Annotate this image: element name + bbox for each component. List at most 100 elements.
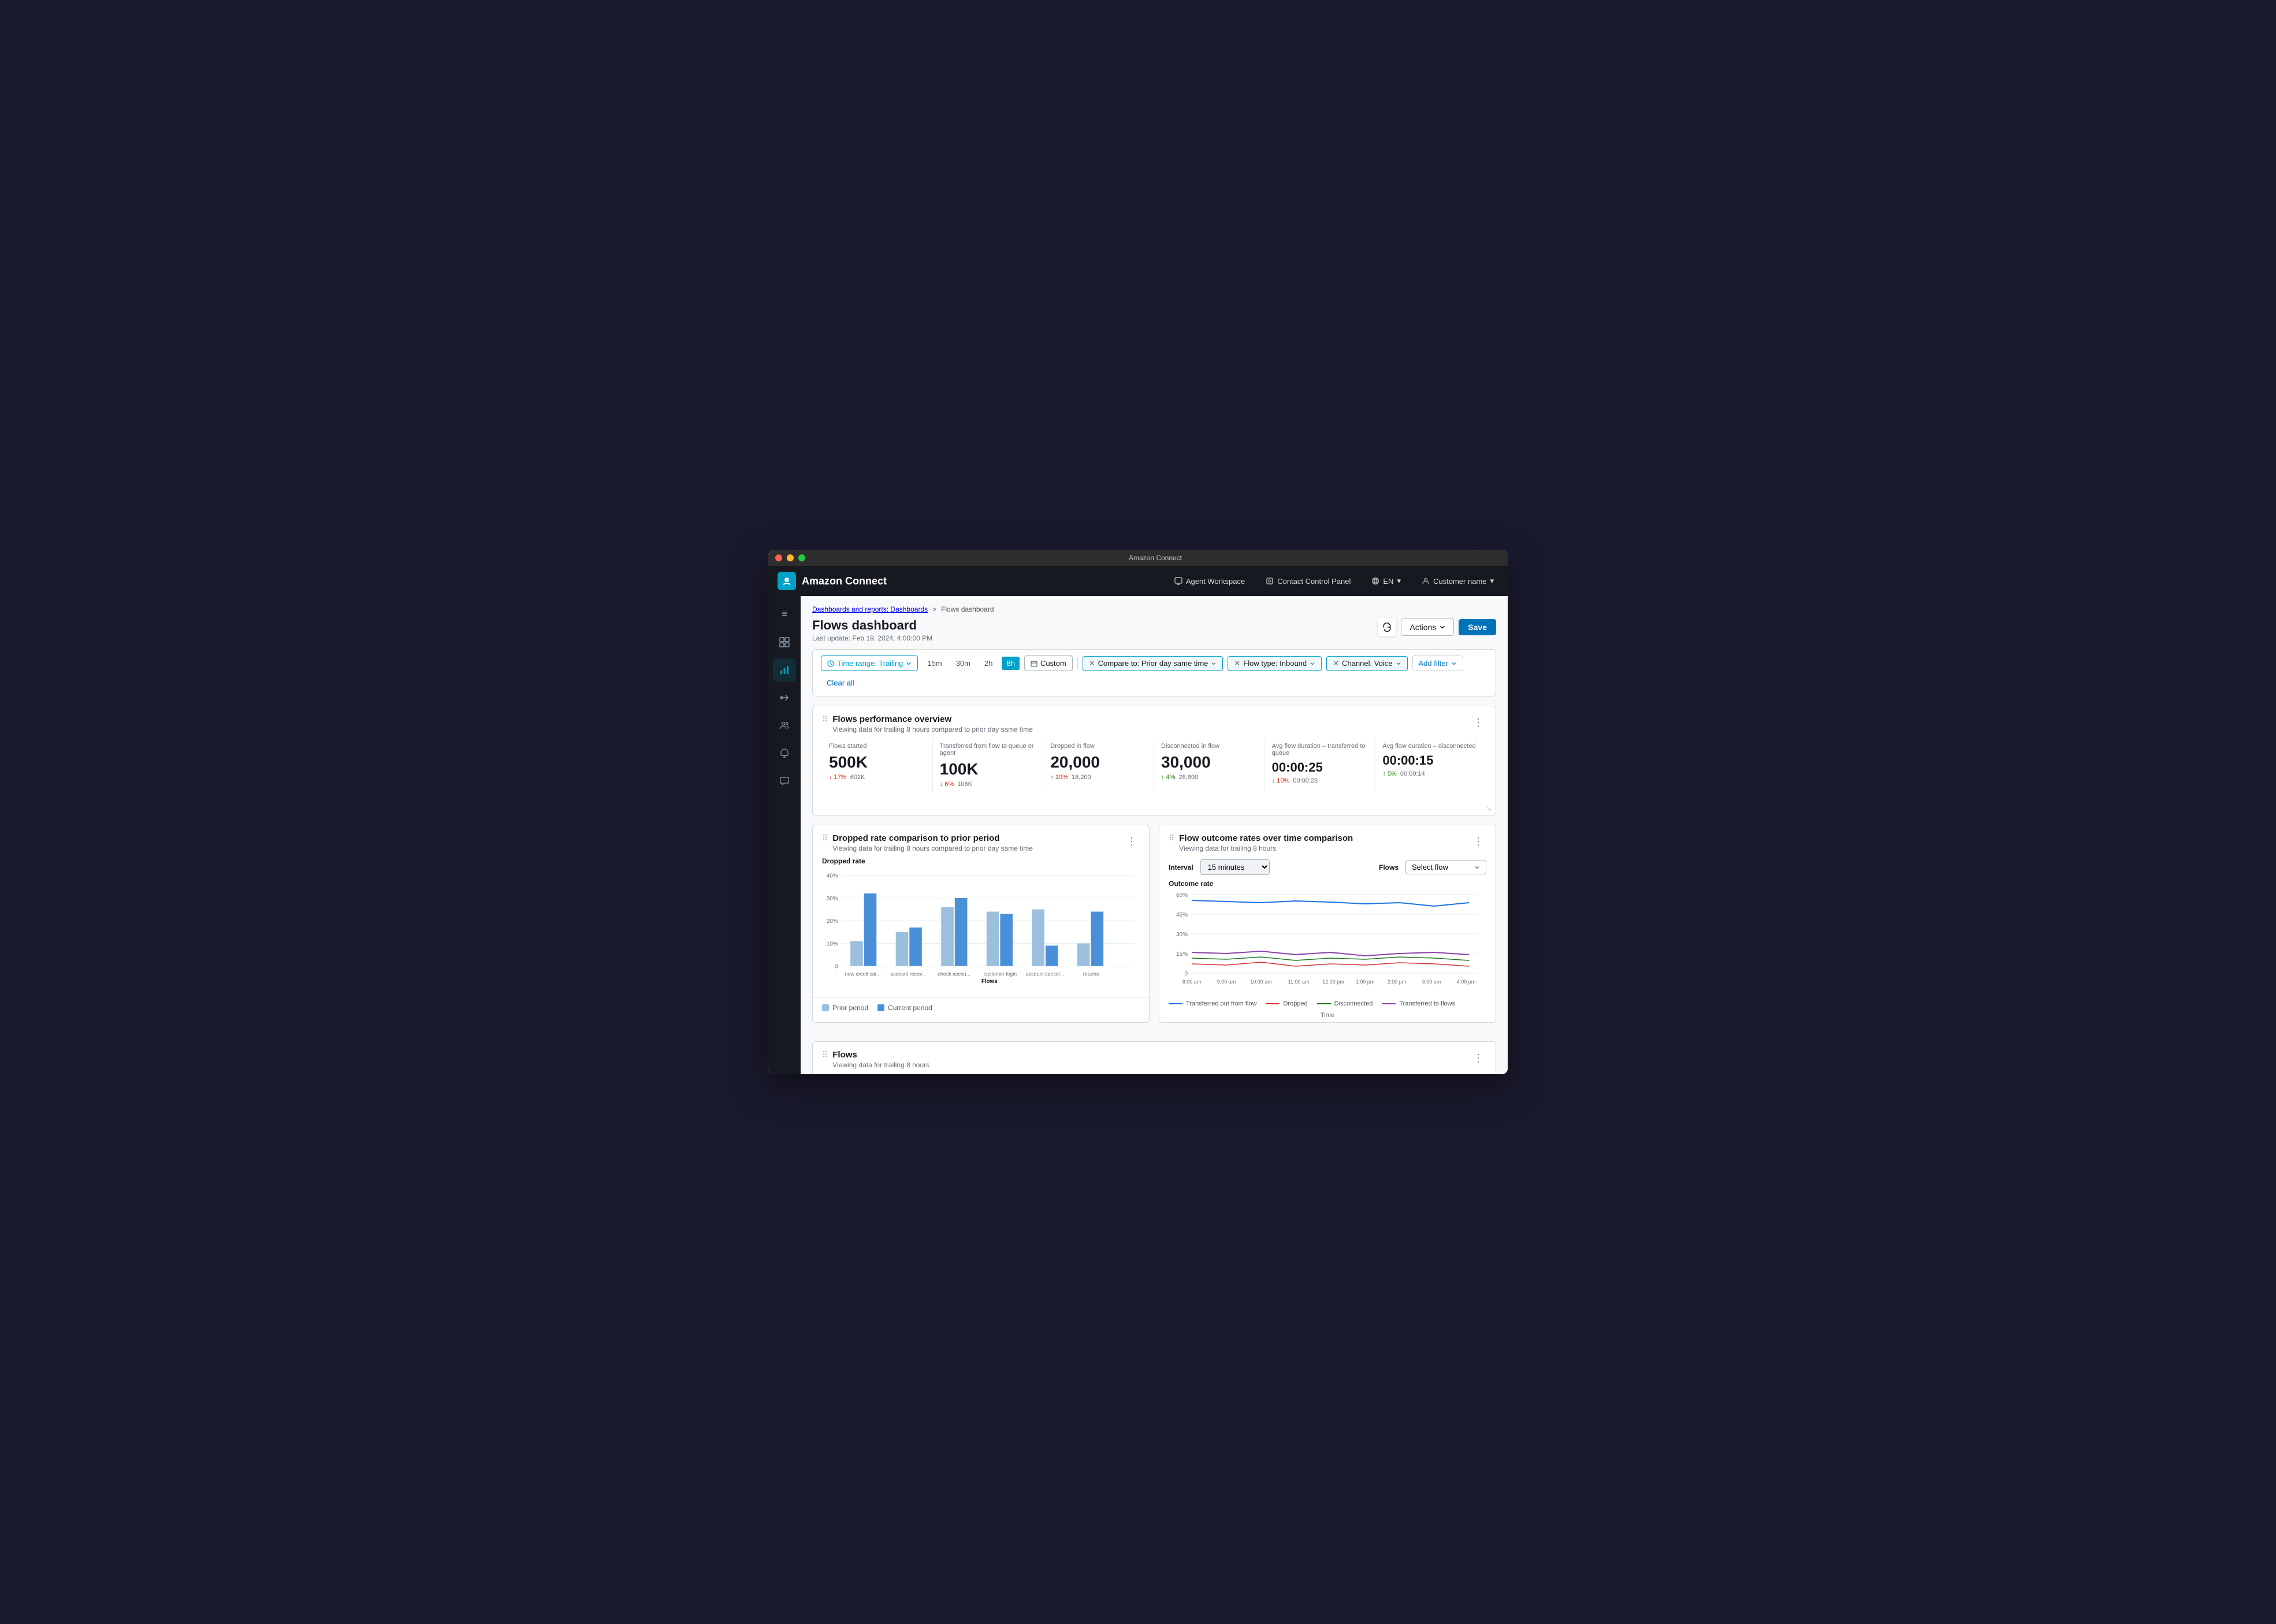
- time-2h[interactable]: 2h: [980, 657, 997, 670]
- interval-select[interactable]: 15 minutes: [1200, 859, 1270, 875]
- flows-table-subtitle: Viewing data for trailing 8 hours: [832, 1061, 1470, 1069]
- time-15m[interactable]: 15m: [923, 657, 946, 670]
- sidebar-item-menu[interactable]: ≡: [773, 603, 796, 626]
- sidebar-item-routing[interactable]: [773, 686, 796, 709]
- resize-handle[interactable]: ⤡: [813, 802, 1496, 815]
- top-nav: Amazon Connect Agent Workspace Contact C…: [768, 566, 1508, 596]
- customer-name-label: Customer name: [1433, 577, 1486, 586]
- maximize-button[interactable]: [798, 554, 805, 561]
- flowtype-chip-label: Flow type: Inbound: [1243, 659, 1307, 668]
- flowtype-chip-remove[interactable]: ✕: [1234, 659, 1240, 668]
- window-title: Amazon Connect: [810, 554, 1501, 562]
- flows-table-header: ⠿ Flows Viewing data for trailing 8 hour…: [813, 1042, 1496, 1074]
- main-content: Dashboards and reports: Dashboards > Flo…: [801, 596, 1508, 1074]
- flows-performance-subtitle: Viewing data for trailing 8 hours compar…: [832, 725, 1470, 733]
- time-axis-label: Time: [1159, 1012, 1496, 1022]
- metric-disconnected-label: Disconnected in flow: [1161, 743, 1258, 750]
- svg-text:account cancel...: account cancel...: [1026, 971, 1064, 977]
- actions-label: Actions: [1410, 623, 1436, 632]
- clear-all-label: Clear all: [827, 679, 854, 687]
- language-label: EN: [1383, 577, 1393, 586]
- bar-chart-svg: 40% 30% 20% 10% 0: [822, 870, 1140, 985]
- legend-prior: Prior period: [822, 1004, 868, 1012]
- language-btn[interactable]: EN ▾: [1367, 574, 1405, 588]
- bar-chart-legend: Prior period Current period: [813, 997, 1149, 1018]
- svg-text:2:00 pm: 2:00 pm: [1388, 979, 1407, 985]
- drag-handle-icon[interactable]: ⠿: [822, 714, 828, 724]
- minimize-button[interactable]: [787, 554, 794, 561]
- flow-outcome-subtitle: Viewing data for trailing 8 hours: [1179, 844, 1470, 852]
- add-filter-button[interactable]: Add filter: [1412, 655, 1463, 671]
- svg-text:customer login: customer login: [984, 971, 1017, 977]
- svg-text:0: 0: [835, 964, 838, 970]
- sidebar-item-agent[interactable]: [773, 742, 796, 765]
- metric-disconnected-change: ↑ 4% 28,800: [1161, 774, 1258, 781]
- flows-select-button[interactable]: Select flow: [1405, 860, 1486, 874]
- bar-chart-area: Dropped rate 40% 30% 20% 10% 0: [813, 857, 1149, 997]
- time-8h[interactable]: 8h: [1002, 657, 1019, 670]
- card-menu-button[interactable]: ⋮: [1470, 714, 1486, 731]
- svg-text:30%: 30%: [827, 896, 838, 902]
- flows-table-card: ⠿ Flows Viewing data for trailing 8 hour…: [812, 1041, 1496, 1074]
- legend-dropped-dot: [1266, 1003, 1280, 1004]
- custom-time-button[interactable]: Custom: [1024, 655, 1073, 671]
- compare-chip: ✕ Compare to: Prior day same time: [1083, 656, 1223, 671]
- sidebar-item-chat[interactable]: [773, 769, 796, 792]
- flows-table-menu-button[interactable]: ⋮: [1470, 1050, 1486, 1066]
- flows-performance-card: ⠿ Flows performance overview Viewing dat…: [812, 706, 1496, 815]
- header-actions: Actions Save: [1378, 618, 1496, 636]
- metric-avg-transferred-label: Avg flow duration – transferred to queue: [1272, 743, 1368, 757]
- dropped-rate-menu-button[interactable]: ⋮: [1124, 833, 1140, 850]
- time-30m[interactable]: 30m: [951, 657, 975, 670]
- svg-text:10%: 10%: [827, 941, 838, 947]
- flow-outcome-title: Flow outcome rates over time comparison: [1179, 833, 1470, 843]
- metric-dropped: Dropped in flow 20,000 ↑ 10% 18,200: [1043, 738, 1154, 792]
- legend-prior-label: Prior period: [832, 1004, 868, 1012]
- close-button[interactable]: [775, 554, 782, 561]
- flows-performance-header: ⠿ Flows performance overview Viewing dat…: [813, 706, 1496, 738]
- add-filter-label: Add filter: [1419, 659, 1448, 668]
- sidebar-item-users[interactable]: [773, 714, 796, 737]
- metric-avg-transferred-change: ↓ 10% 00:00:28: [1272, 777, 1368, 784]
- contact-control-panel-btn[interactable]: Contact Control Panel: [1261, 575, 1355, 588]
- legend-transferred-out-label: Transferred out from flow: [1186, 1000, 1256, 1007]
- legend-transferred-flows-label: Transferred to flows: [1399, 1000, 1455, 1007]
- sidebar-item-analytics[interactable]: [773, 658, 796, 681]
- line-chart-legend: Transferred out from flow Dropped Discon…: [1159, 996, 1496, 1012]
- page-header: Flows dashboard Last update: Feb 19, 202…: [812, 618, 1496, 642]
- flowtype-chip: ✕ Flow type: Inbound: [1228, 656, 1322, 671]
- customer-name-btn[interactable]: Customer name ▾: [1417, 574, 1498, 588]
- time-range-label: Time range: Trailing: [837, 659, 903, 668]
- breadcrumb-link[interactable]: Dashboards and reports: Dashboards: [812, 605, 928, 613]
- sidebar-item-dashboard[interactable]: [773, 631, 796, 654]
- card-title-area: Flows performance overview Viewing data …: [832, 714, 1470, 733]
- compare-chip-remove[interactable]: ✕: [1089, 659, 1095, 668]
- channel-chip-remove[interactable]: ✕: [1333, 659, 1339, 668]
- drag-handle-icon-3[interactable]: ⠿: [1169, 833, 1174, 843]
- svg-text:11:00 am: 11:00 am: [1288, 979, 1310, 985]
- logo-icon: [778, 572, 796, 590]
- agent-workspace-btn[interactable]: Agent Workspace: [1170, 575, 1249, 588]
- title-bar: Amazon Connect: [768, 550, 1508, 566]
- legend-disconnected: Disconnected: [1317, 1000, 1373, 1007]
- legend-current: Current period: [877, 1004, 932, 1012]
- svg-text:45%: 45%: [1176, 912, 1188, 918]
- svg-text:Flows: Flows: [981, 978, 998, 985]
- flows-performance-title: Flows performance overview: [832, 714, 1470, 724]
- metric-flows-started-label: Flows started: [829, 743, 925, 750]
- clear-all-button[interactable]: Clear all: [821, 676, 860, 690]
- logo-area: Amazon Connect: [778, 572, 887, 590]
- flow-outcome-card: ⠿ Flow outcome rates over time compariso…: [1159, 825, 1496, 1023]
- legend-prior-dot: [822, 1004, 829, 1011]
- refresh-button[interactable]: [1378, 618, 1396, 636]
- drag-handle-icon-4[interactable]: ⠿: [822, 1050, 828, 1060]
- filter-divider-1: [1077, 658, 1078, 669]
- actions-button[interactable]: Actions: [1401, 619, 1454, 636]
- drag-handle-icon-2[interactable]: ⠿: [822, 833, 828, 843]
- time-range-button[interactable]: Time range: Trailing: [821, 655, 918, 671]
- metric-avg-disconnected: Avg flow duration – disconnected 00:00:1…: [1375, 738, 1486, 792]
- resize-icon: ⤡: [1485, 804, 1491, 813]
- flow-outcome-menu-button[interactable]: ⋮: [1470, 833, 1486, 850]
- save-button[interactable]: Save: [1459, 619, 1496, 635]
- interval-label: Interval: [1169, 863, 1193, 871]
